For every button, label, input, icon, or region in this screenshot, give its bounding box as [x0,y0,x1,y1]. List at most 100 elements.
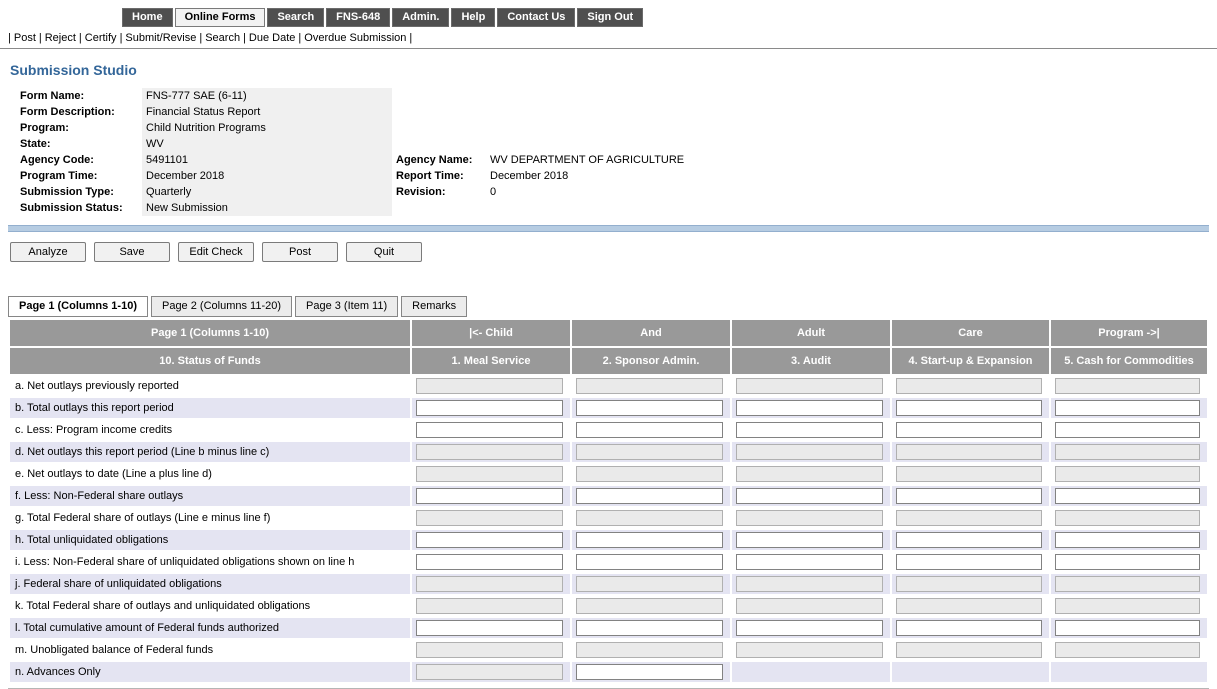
tab-remarks[interactable]: Remarks [401,296,467,317]
grid-input-row-b-col-4[interactable] [896,400,1042,416]
grid-input-row-e-col-5 [1055,466,1200,482]
edit-check-button[interactable]: Edit Check [178,242,254,262]
grid-input-row-i-col-4[interactable] [896,554,1042,570]
top-nav-fns-648[interactable]: FNS-648 [326,8,390,27]
grid-input-row-i-col-2[interactable] [576,554,723,570]
analyze-button[interactable]: Analyze [10,242,86,262]
grid-input-row-l-col-3[interactable] [736,620,883,636]
form-info-label: Agency Name: [392,152,486,168]
grid-input-row-l-col-1[interactable] [416,620,563,636]
grid-input-row-d-col-5 [1055,444,1200,460]
grid-cell [572,530,730,550]
top-nav-sign-out[interactable]: Sign Out [577,8,643,27]
form-info-label: Form Description: [16,104,142,120]
sub-nav-post[interactable]: Post [14,32,36,44]
top-nav-contact-us[interactable]: Contact Us [497,8,575,27]
grid-cell [892,574,1049,594]
grid-input-row-c-col-5[interactable] [1055,422,1200,438]
grid-cell [572,442,730,462]
grid-input-row-b-col-5[interactable] [1055,400,1200,416]
grid-input-row-h-col-5[interactable] [1055,532,1200,548]
form-info-row: Form Name:FNS-777 SAE (6-11) [16,88,924,104]
grid-cell [732,574,890,594]
post-button[interactable]: Post [262,242,338,262]
tab-page-2-columns-11-20[interactable]: Page 2 (Columns 11-20) [151,296,292,317]
grid-row: i. Less: Non-Federal share of unliquidat… [10,552,1207,572]
sub-nav-overdue-submission[interactable]: Overdue Submission [304,32,406,44]
grid-cell [732,662,890,682]
grid-input-row-n-col-2[interactable] [576,664,723,680]
grid-input-row-h-col-1[interactable] [416,532,563,548]
grid-cell [1051,486,1207,506]
grid-input-row-l-col-5[interactable] [1055,620,1200,636]
grid-input-row-c-col-3[interactable] [736,422,883,438]
sub-nav-search[interactable]: Search [205,32,240,44]
grid-row: a. Net outlays previously reported [10,376,1207,396]
grid-input-row-a-col-3 [736,378,883,394]
grid-input-row-k-col-4 [896,598,1042,614]
grid-input-row-m-col-1 [416,642,563,658]
grid-row-label: m. Unobligated balance of Federal funds [10,640,410,660]
grid-input-row-i-col-5[interactable] [1055,554,1200,570]
form-info-row: Form Description:Financial Status Report [16,104,924,120]
grid-input-row-c-col-2[interactable] [576,422,723,438]
sub-nav-submit-revise[interactable]: Submit/Revise [125,32,196,44]
top-nav-help[interactable]: Help [451,8,495,27]
sub-nav-reject[interactable]: Reject [45,32,76,44]
grid-input-row-j-col-2 [576,576,723,592]
grid-cell [892,640,1049,660]
action-button-bar: Analyze Save Edit Check Post Quit [10,242,1209,264]
top-nav-home[interactable]: Home [122,8,173,27]
top-nav-search[interactable]: Search [267,8,324,27]
grid-input-row-f-col-1[interactable] [416,488,563,504]
grid-header-cell: 3. Audit [732,348,890,374]
tab-page-1-columns-1-10[interactable]: Page 1 (Columns 1-10) [8,296,148,317]
grid-header-row: 10. Status of Funds1. Meal Service2. Spo… [10,348,1207,374]
grid-cell [572,398,730,418]
grid-row-label: d. Net outlays this report period (Line … [10,442,410,462]
grid-input-row-n-col-1 [416,664,563,680]
grid-input-row-f-col-3[interactable] [736,488,883,504]
grid-input-row-i-col-3[interactable] [736,554,883,570]
grid-input-row-c-col-1[interactable] [416,422,563,438]
grid-cell [732,376,890,396]
top-nav-admin[interactable]: Admin. [392,8,449,27]
grid-cell [412,574,570,594]
grid-input-row-b-col-2[interactable] [576,400,723,416]
grid-cell [412,442,570,462]
grid-input-row-k-col-2 [576,598,723,614]
grid-input-row-f-col-2[interactable] [576,488,723,504]
save-button[interactable]: Save [94,242,170,262]
grid-cell [1051,464,1207,484]
grid-input-row-b-col-3[interactable] [736,400,883,416]
grid-input-row-h-col-2[interactable] [576,532,723,548]
grid-input-row-h-col-4[interactable] [896,532,1042,548]
grid-header-cell: 1. Meal Service [412,348,570,374]
grid-input-row-i-col-1[interactable] [416,554,563,570]
form-info-label [392,200,486,216]
grid-input-row-l-col-2[interactable] [576,620,723,636]
grid-cell [1051,618,1207,638]
grid-input-row-l-col-4[interactable] [896,620,1042,636]
form-info-label: Submission Type: [16,184,142,200]
separator: | [298,32,301,44]
tab-page-3-item-11[interactable]: Page 3 (Item 11) [295,296,398,317]
sub-nav-certify[interactable]: Certify [85,32,117,44]
page-tabs: Page 1 (Columns 1-10)Page 2 (Columns 11-… [8,296,1209,317]
grid-cell [892,596,1049,616]
grid-input-row-b-col-1[interactable] [416,400,563,416]
top-nav-online-forms[interactable]: Online Forms [175,8,266,27]
form-info-label: Program: [16,120,142,136]
grid-input-row-h-col-3[interactable] [736,532,883,548]
grid-input-row-f-col-4[interactable] [896,488,1042,504]
sub-nav-due-date[interactable]: Due Date [249,32,295,44]
grid-input-row-f-col-5[interactable] [1055,488,1200,504]
grid-input-row-c-col-4[interactable] [896,422,1042,438]
grid-cell [572,618,730,638]
quit-button[interactable]: Quit [346,242,422,262]
grid-header-cell: Page 1 (Columns 1-10) [10,320,410,346]
grid-input-row-d-col-2 [576,444,723,460]
grid-input-row-k-col-3 [736,598,883,614]
grid-cell [412,376,570,396]
grid-input-row-e-col-4 [896,466,1042,482]
